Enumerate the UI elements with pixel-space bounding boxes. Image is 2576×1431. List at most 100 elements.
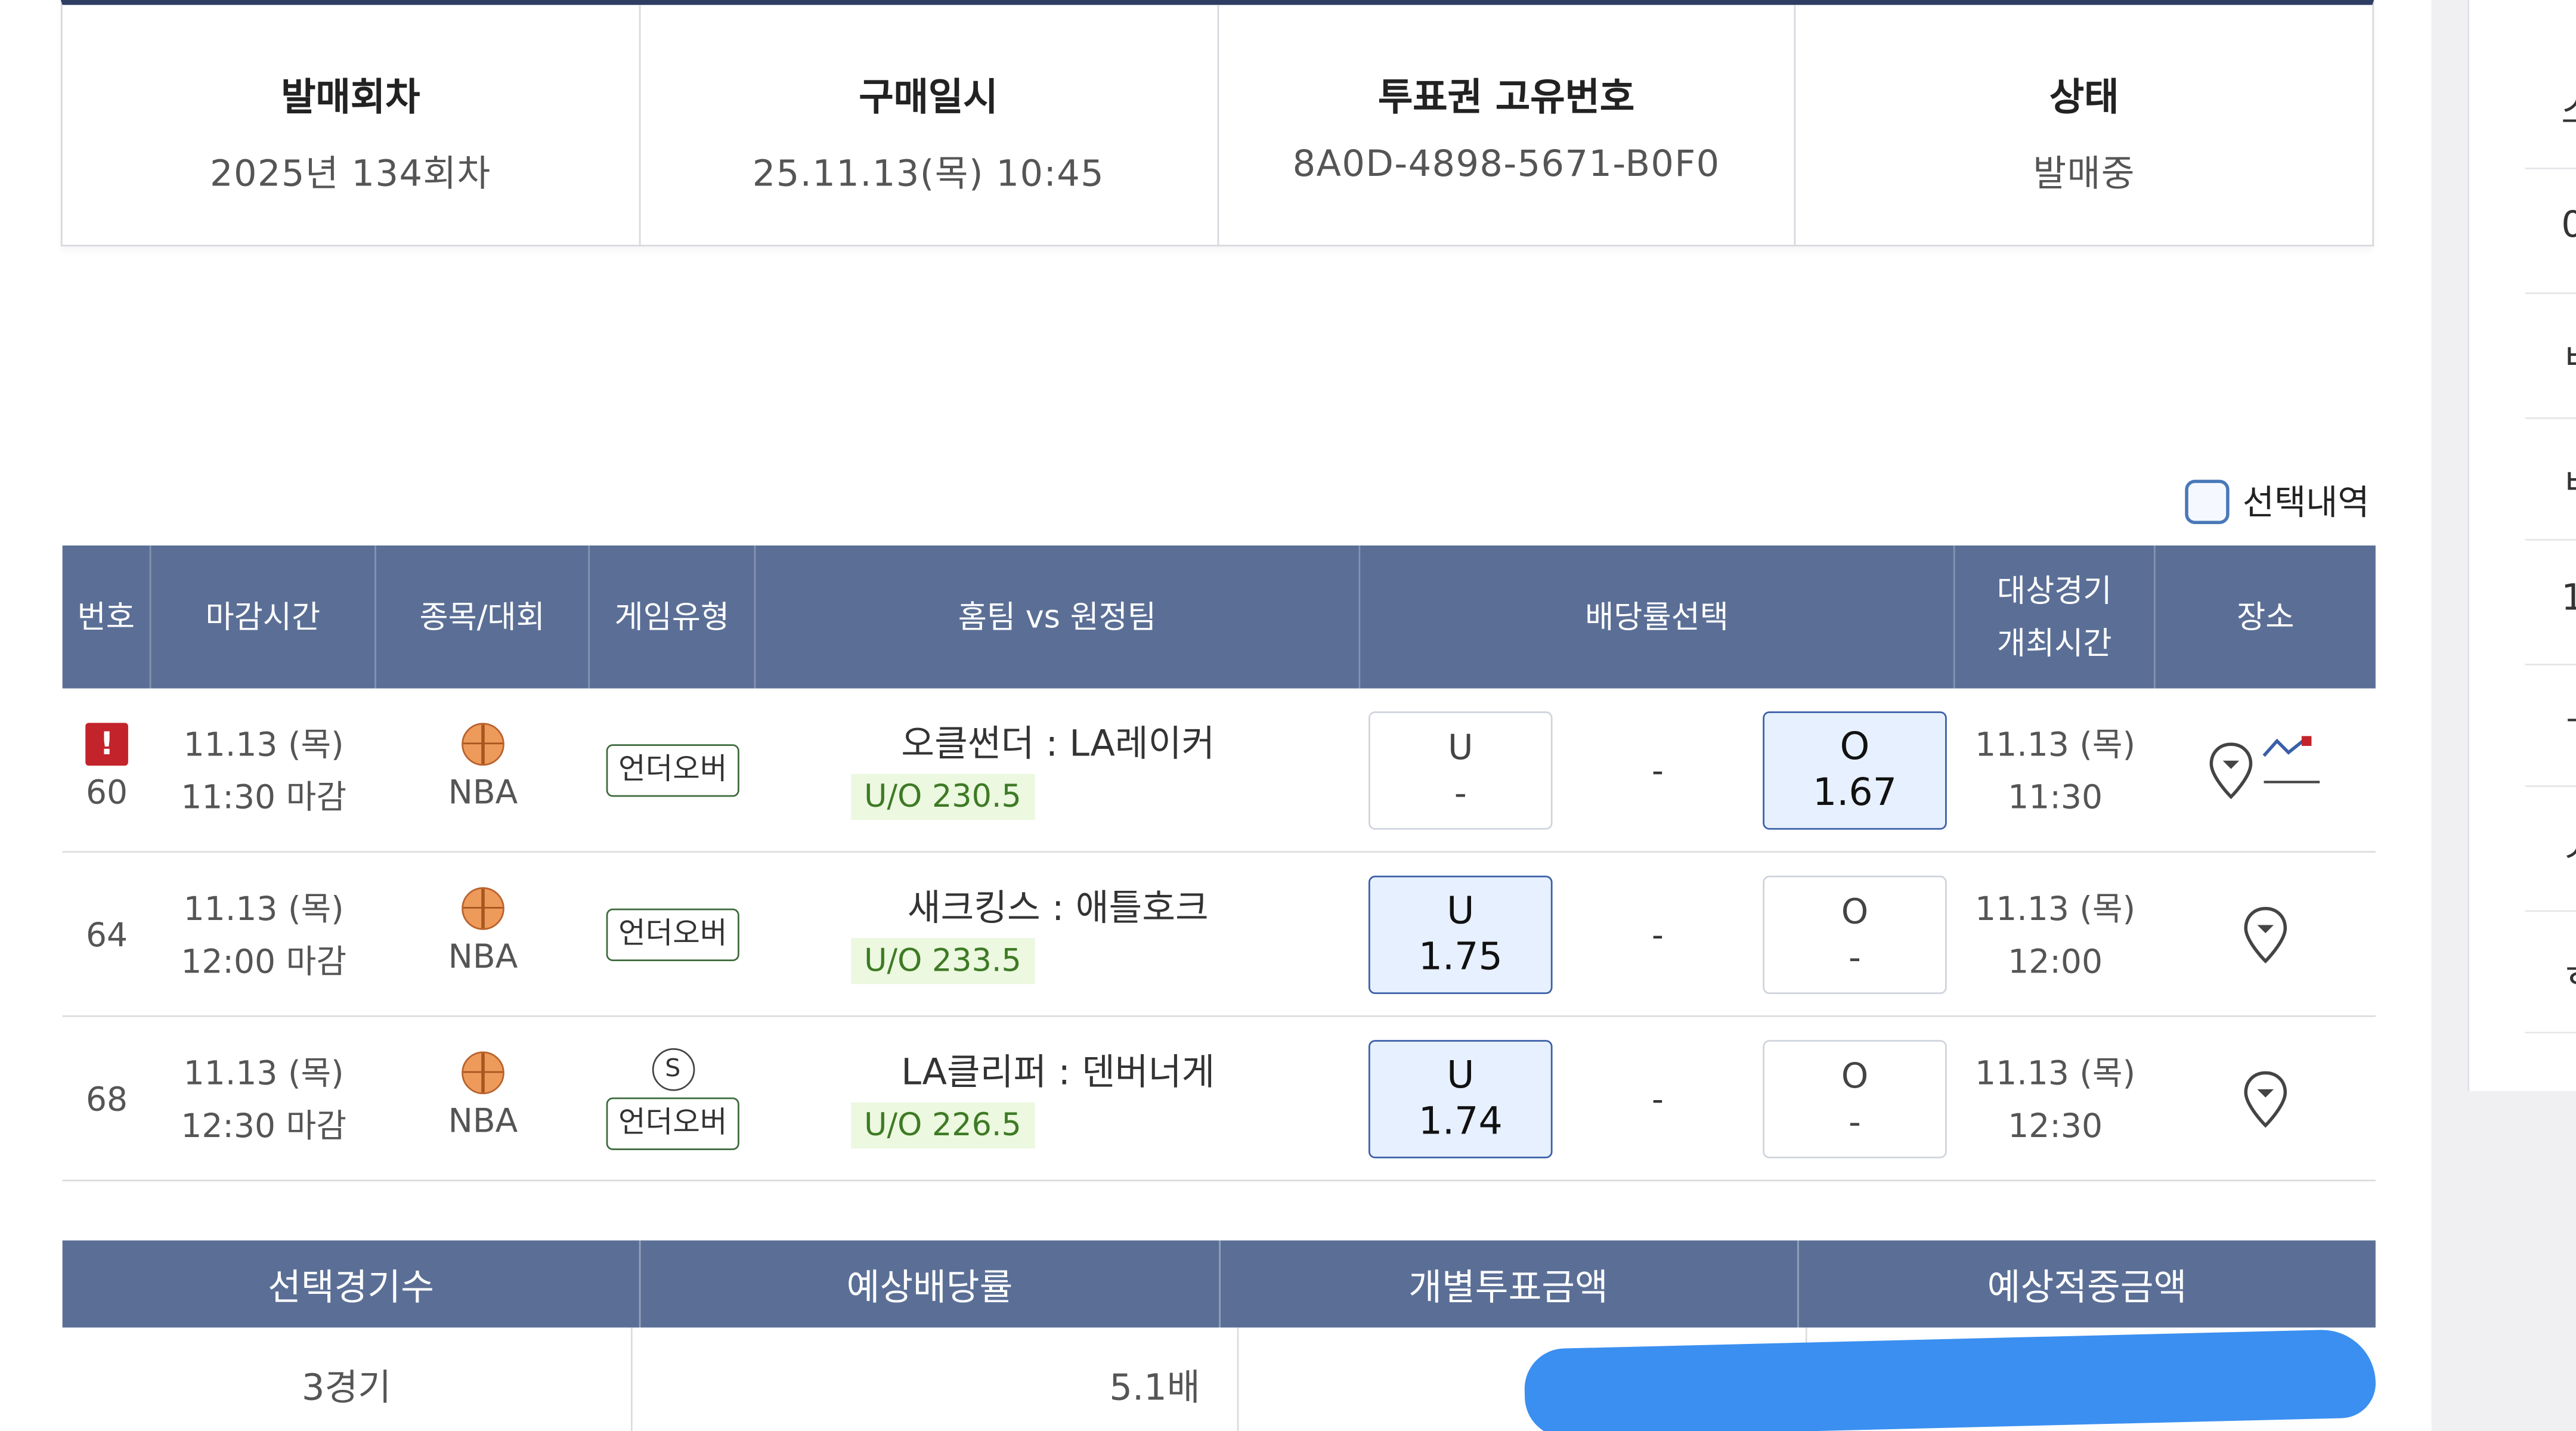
right-panel-item[interactable]: 소	[2561, 82, 2576, 135]
under-odds-button[interactable]: U -	[1368, 710, 1553, 829]
selection-label: 선택내역	[2242, 483, 2370, 523]
game-type-badge: 언더오버	[606, 743, 739, 797]
right-panel-item[interactable]: 0	[2561, 205, 2576, 246]
over-value: 1.67	[1812, 771, 1897, 814]
map-pin-icon[interactable]	[2243, 1068, 2289, 1128]
sport-league: NBA	[448, 936, 518, 975]
teams-matchup[interactable]: 오클썬더 : LA레이커	[901, 720, 1215, 770]
selection-checkbox[interactable]	[2185, 479, 2230, 524]
cell-no: 64	[63, 853, 151, 1015]
right-panel-divider	[2525, 417, 2576, 419]
game-type-badge: 언더오버	[606, 1097, 739, 1150]
over-odds-button[interactable]: O 1.67	[1763, 710, 1947, 829]
map-pin-icon[interactable]	[2243, 905, 2289, 964]
header-odds: 배당률선택	[1360, 545, 1955, 689]
over-value: -	[1849, 937, 1861, 977]
special-badge: S	[651, 1047, 695, 1091]
under-value: -	[1454, 773, 1467, 813]
under-value: 1.74	[1418, 1099, 1503, 1143]
game-number: 60	[85, 771, 128, 811]
under-odds-button[interactable]: U 1.74	[1368, 1039, 1553, 1158]
cell-deadline: 11.13 (목) 12:00 마감	[151, 853, 376, 1015]
over-label: O	[1840, 725, 1870, 769]
over-label: O	[1841, 891, 1869, 931]
game-type-badge: 언더오버	[606, 907, 739, 961]
summary-header-odds: 예상배당률	[641, 1240, 1220, 1328]
right-panel-item[interactable]: ㅂ	[2561, 454, 2576, 506]
over-value: -	[1849, 1101, 1861, 1141]
summary-header-payout: 예상적중금액	[1987, 1267, 2187, 1309]
cell-start: 11.13 (목) 12:00	[1955, 853, 2156, 1015]
header-start-line2: 개최시간	[1996, 625, 2112, 662]
uo-line-badge: U/O 233.5	[851, 937, 1035, 984]
cell-type: 언더오버	[590, 689, 756, 851]
deadline-date: 11.13 (목)	[183, 723, 344, 763]
basketball-icon	[462, 886, 504, 930]
teams-matchup[interactable]: LA클리퍼 : 덴버너게	[901, 1049, 1215, 1098]
summary-count: 3경기	[63, 1327, 633, 1431]
game-number: 64	[85, 914, 128, 954]
game-number: 68	[85, 1078, 128, 1119]
right-panel-divider	[2525, 538, 2576, 541]
under-label: U	[1447, 1054, 1475, 1097]
right-panel-item[interactable]: 1	[2561, 578, 2576, 620]
cell-type: 언더오버	[590, 853, 756, 1015]
sport-league: NBA	[448, 771, 518, 811]
cell-teams: 오클썬더 : LA레이커 U/O 230.5	[756, 689, 1360, 851]
info-label: 발매회차	[281, 77, 420, 120]
start-date: 11.13 (목)	[1975, 888, 2136, 928]
cell-odds: U - - O 1.67	[1360, 689, 1955, 851]
over-odds-button[interactable]: O -	[1763, 1039, 1947, 1158]
cell-sport: NBA	[376, 853, 590, 1015]
deadline-date: 11.13 (목)	[183, 1052, 344, 1092]
teams-matchup[interactable]: 새크킹스 : 애틀호크	[908, 885, 1209, 934]
info-value: 25.11.13(목) 10:45	[752, 154, 1105, 196]
basketball-icon	[462, 722, 504, 765]
map-pin-icon[interactable]	[2208, 740, 2254, 799]
info-value: 8A0D-4898-5671-B0F0	[1292, 144, 1720, 186]
cell-teams: LA클리퍼 : 덴버너게 U/O 226.5	[756, 1017, 1360, 1180]
start-date: 11.13 (목)	[1975, 723, 2136, 763]
summary-odds: 5.1배	[632, 1327, 1238, 1431]
cell-sport: NBA	[376, 1017, 590, 1180]
right-panel-item[interactable]: ㅅ	[2561, 822, 2576, 874]
right-panel-divider	[2525, 168, 2576, 169]
right-panel-divider	[2525, 910, 2576, 912]
header-start-line1: 대상경기	[1996, 572, 2112, 609]
cell-venue	[2156, 689, 2376, 851]
right-panel-item[interactable]: ㅂ	[2561, 329, 2576, 381]
middle-odds: -	[1651, 914, 1664, 954]
cell-odds: U 1.75 - O -	[1360, 853, 1955, 1015]
alert-icon[interactable]: !	[85, 722, 128, 765]
header-teams: 홈팀 vs 원정팀	[756, 545, 1361, 689]
cell-no: 68	[63, 1017, 151, 1180]
summary-header-amount: 개별투표금액	[1220, 1240, 1799, 1328]
cell-start: 11.13 (목) 11:30	[1955, 689, 2156, 851]
header-deadline: 마감시간	[151, 545, 376, 689]
cell-no: ! 60	[63, 689, 151, 851]
cell-venue	[2156, 853, 2376, 1015]
under-value: 1.75	[1418, 936, 1503, 978]
right-panel-divider	[2525, 292, 2576, 295]
header-venue: 장소	[2237, 599, 2295, 636]
over-odds-button[interactable]: O -	[1763, 875, 1947, 993]
info-label: 구매일시	[859, 77, 998, 120]
info-cell-purchase-time: 구매일시 25.11.13(목) 10:45	[640, 5, 1218, 245]
trend-chart-icon[interactable]	[2261, 733, 2323, 807]
summary-header-count: 선택경기수	[63, 1240, 642, 1328]
right-panel-item[interactable]: ㄱ	[2561, 700, 2576, 752]
right-panel-item[interactable]: ㅎ	[2561, 946, 2576, 999]
right-panel-divider	[2525, 1032, 2576, 1034]
under-odds-button[interactable]: U 1.75	[1368, 875, 1553, 993]
games-table: 번호 마감시간 종목/대회 게임유형 홈팀 vs 원정팀 배당률선택 대상경기 …	[62, 545, 2376, 1182]
info-value: 2025년 134회차	[210, 154, 491, 196]
sport-league: NBA	[448, 1099, 518, 1139]
cell-teams: 새크킹스 : 애틀호크 U/O 233.5	[756, 853, 1360, 1015]
selection-toggle[interactable]: 선택내역	[2185, 476, 2370, 526]
table-row: 64 11.13 (목) 12:00 마감 NBA 언더오버 새크킹스 : 애틀…	[62, 853, 2376, 1017]
summary-header: 선택경기수 예상배당률 개별투표금액 예상적중금액	[62, 1240, 2376, 1328]
start-time: 12:30	[2008, 1105, 2103, 1145]
basketball-icon	[462, 1051, 504, 1094]
right-panel-divider	[2525, 785, 2576, 787]
games-table-header: 번호 마감시간 종목/대회 게임유형 홈팀 vs 원정팀 배당률선택 대상경기 …	[62, 545, 2376, 689]
